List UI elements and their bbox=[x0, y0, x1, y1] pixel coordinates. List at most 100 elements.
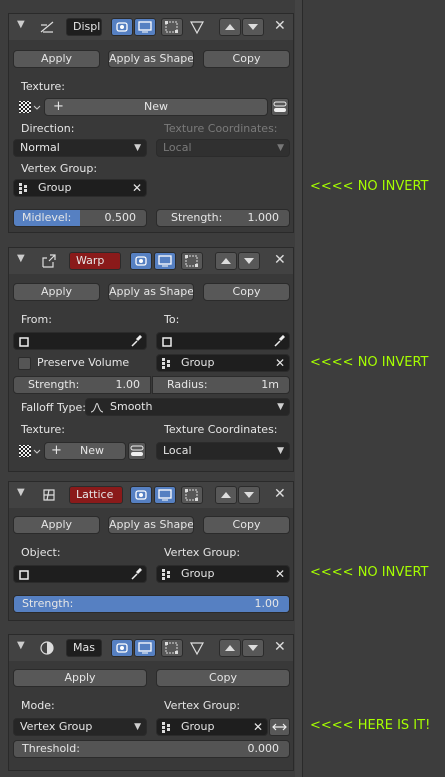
copy-button[interactable]: Copy bbox=[203, 50, 290, 68]
apply-as-shape-button[interactable]: Apply as Shape.. bbox=[108, 283, 194, 301]
viewport-toggle-monitor-icon[interactable] bbox=[134, 18, 156, 36]
collapse-arrow-icon[interactable]: ▼ bbox=[17, 640, 25, 651]
panel-gap-strip bbox=[295, 0, 302, 777]
falloff-type-dropdown[interactable]: Smooth ▼ bbox=[85, 398, 290, 416]
displace-modifier-icon bbox=[39, 19, 55, 35]
midlevel-label: Midlevel: bbox=[22, 211, 72, 224]
move-up-button[interactable] bbox=[219, 639, 241, 657]
lattice-strength-slider[interactable]: Strength: 1.00 bbox=[13, 595, 290, 613]
displace-name-field[interactable]: Displ bbox=[66, 18, 102, 36]
remove-modifier-close-icon[interactable]: ✕ bbox=[274, 18, 286, 34]
move-up-button[interactable] bbox=[219, 18, 241, 36]
texture-toggle-icon[interactable] bbox=[128, 442, 146, 460]
annotation-2: <<<< NO INVERT bbox=[310, 355, 429, 370]
viewport-toggle-monitor-icon[interactable] bbox=[154, 486, 176, 504]
move-up-button[interactable] bbox=[215, 486, 237, 504]
preserve-volume-label: Preserve Volume bbox=[37, 356, 130, 369]
vertex-group-value: Group bbox=[181, 356, 215, 369]
texture-toggle-icon[interactable] bbox=[271, 98, 289, 116]
eyedropper-icon[interactable] bbox=[130, 335, 142, 347]
strength-label: Strength: bbox=[171, 211, 223, 224]
move-up-button[interactable] bbox=[215, 252, 237, 270]
direction-dropdown[interactable]: Normal ▼ bbox=[13, 139, 147, 157]
remove-modifier-close-icon[interactable]: ✕ bbox=[274, 639, 286, 655]
move-down-button[interactable] bbox=[238, 486, 260, 504]
new-texture-button[interactable]: + New bbox=[44, 98, 268, 116]
editmode-toggle-icon[interactable] bbox=[181, 486, 203, 504]
smooth-curve-icon bbox=[90, 401, 104, 413]
radius-field[interactable]: Radius: 1m bbox=[152, 376, 290, 394]
viewport-toggle-monitor-icon[interactable] bbox=[134, 639, 156, 657]
eyedropper-icon[interactable] bbox=[130, 568, 142, 580]
warp-name-field[interactable]: Warp bbox=[69, 252, 121, 270]
editmode-toggle-icon[interactable] bbox=[161, 639, 183, 657]
vertex-group-field[interactable]: Group ✕ bbox=[13, 179, 147, 197]
editmode-toggle-icon[interactable] bbox=[161, 18, 183, 36]
new-texture-label: New bbox=[80, 444, 104, 457]
warp-strength-field[interactable]: Strength: 1.00 bbox=[13, 376, 151, 394]
collapse-arrow-icon[interactable]: ▼ bbox=[17, 19, 25, 30]
texture-coordinates-label: Texture Coordinates: bbox=[164, 122, 278, 135]
object-icon bbox=[161, 336, 173, 348]
mask-mode-dropdown[interactable]: Vertex Group ▼ bbox=[13, 718, 147, 736]
render-toggle-camera-icon[interactable] bbox=[130, 486, 152, 504]
lattice-modifier-icon bbox=[41, 487, 57, 503]
mask-vertex-group-field[interactable]: Group ✕ bbox=[156, 718, 268, 736]
direction-label: Direction: bbox=[21, 122, 75, 135]
viewport-toggle-monitor-icon[interactable] bbox=[154, 252, 176, 270]
clear-close-icon[interactable]: ✕ bbox=[253, 719, 263, 735]
texture-coordinates-dropdown[interactable]: Local ▼ bbox=[156, 139, 290, 157]
annotation-3: <<<< NO INVERT bbox=[310, 565, 429, 580]
mask-name-field[interactable]: Mas bbox=[66, 639, 102, 657]
apply-button[interactable]: Apply bbox=[13, 283, 100, 301]
object-label: Object: bbox=[21, 546, 61, 559]
to-label: To: bbox=[164, 313, 180, 326]
falloff-type-value: Smooth bbox=[110, 400, 153, 413]
apply-button[interactable]: Apply bbox=[13, 669, 147, 687]
copy-button[interactable]: Copy bbox=[203, 516, 290, 534]
new-texture-button[interactable]: + New bbox=[44, 442, 126, 460]
apply-button[interactable]: Apply bbox=[13, 516, 100, 534]
threshold-field[interactable]: Threshold: 0.000 bbox=[13, 740, 290, 758]
render-toggle-camera-icon[interactable] bbox=[130, 252, 152, 270]
texture-browse-checker-icon[interactable] bbox=[17, 98, 43, 116]
vertex-group-icon bbox=[161, 721, 173, 733]
editmode-toggle-icon[interactable] bbox=[181, 252, 203, 270]
remove-modifier-close-icon[interactable]: ✕ bbox=[274, 486, 286, 502]
midlevel-slider[interactable]: Midlevel: 0.500 bbox=[13, 209, 147, 227]
move-down-button[interactable] bbox=[242, 639, 264, 657]
clear-close-icon[interactable]: ✕ bbox=[275, 355, 285, 371]
move-down-button[interactable] bbox=[238, 252, 260, 270]
collapse-arrow-icon[interactable]: ▼ bbox=[17, 487, 25, 498]
collapse-arrow-icon[interactable]: ▼ bbox=[17, 253, 25, 264]
lattice-name-field[interactable]: Lattice bbox=[69, 486, 123, 504]
clear-close-icon[interactable]: ✕ bbox=[132, 180, 142, 196]
displace-modifier-panel: ▼ Displ ✕ Apply Apply as Shape.. Copy Te… bbox=[8, 13, 294, 233]
apply-as-shape-button[interactable]: Apply as Shape.. bbox=[108, 50, 194, 68]
render-toggle-camera-icon[interactable] bbox=[111, 639, 133, 657]
eyedropper-icon[interactable] bbox=[273, 335, 285, 347]
apply-button[interactable]: Apply bbox=[13, 50, 100, 68]
copy-button[interactable]: Copy bbox=[156, 669, 290, 687]
move-down-button[interactable] bbox=[242, 18, 264, 36]
cage-toggle-triangle-icon[interactable] bbox=[186, 639, 208, 657]
warp-vertex-group-field[interactable]: Group ✕ bbox=[156, 354, 290, 372]
lattice-vertex-group-field[interactable]: Group ✕ bbox=[156, 565, 290, 583]
falloff-type-label: Falloff Type: bbox=[21, 401, 86, 414]
warp-modifier-icon bbox=[41, 253, 57, 269]
render-toggle-camera-icon[interactable] bbox=[111, 18, 133, 36]
lattice-object-field[interactable] bbox=[13, 565, 147, 583]
texture-coordinates-dropdown[interactable]: Local ▼ bbox=[156, 442, 290, 460]
invert-arrows-icon[interactable] bbox=[269, 718, 290, 736]
texture-browse-checker-icon[interactable] bbox=[17, 442, 43, 460]
remove-modifier-close-icon[interactable]: ✕ bbox=[274, 252, 286, 268]
chevron-down-icon: ▼ bbox=[277, 402, 284, 412]
to-object-field[interactable] bbox=[156, 332, 290, 350]
cage-toggle-triangle-icon[interactable] bbox=[186, 18, 208, 36]
from-object-field[interactable] bbox=[13, 332, 147, 350]
clear-close-icon[interactable]: ✕ bbox=[275, 566, 285, 582]
preserve-volume-checkbox[interactable] bbox=[18, 357, 31, 370]
apply-as-shape-button[interactable]: Apply as Shape.. bbox=[108, 516, 194, 534]
copy-button[interactable]: Copy bbox=[203, 283, 290, 301]
strength-field[interactable]: Strength: 1.000 bbox=[156, 209, 290, 227]
